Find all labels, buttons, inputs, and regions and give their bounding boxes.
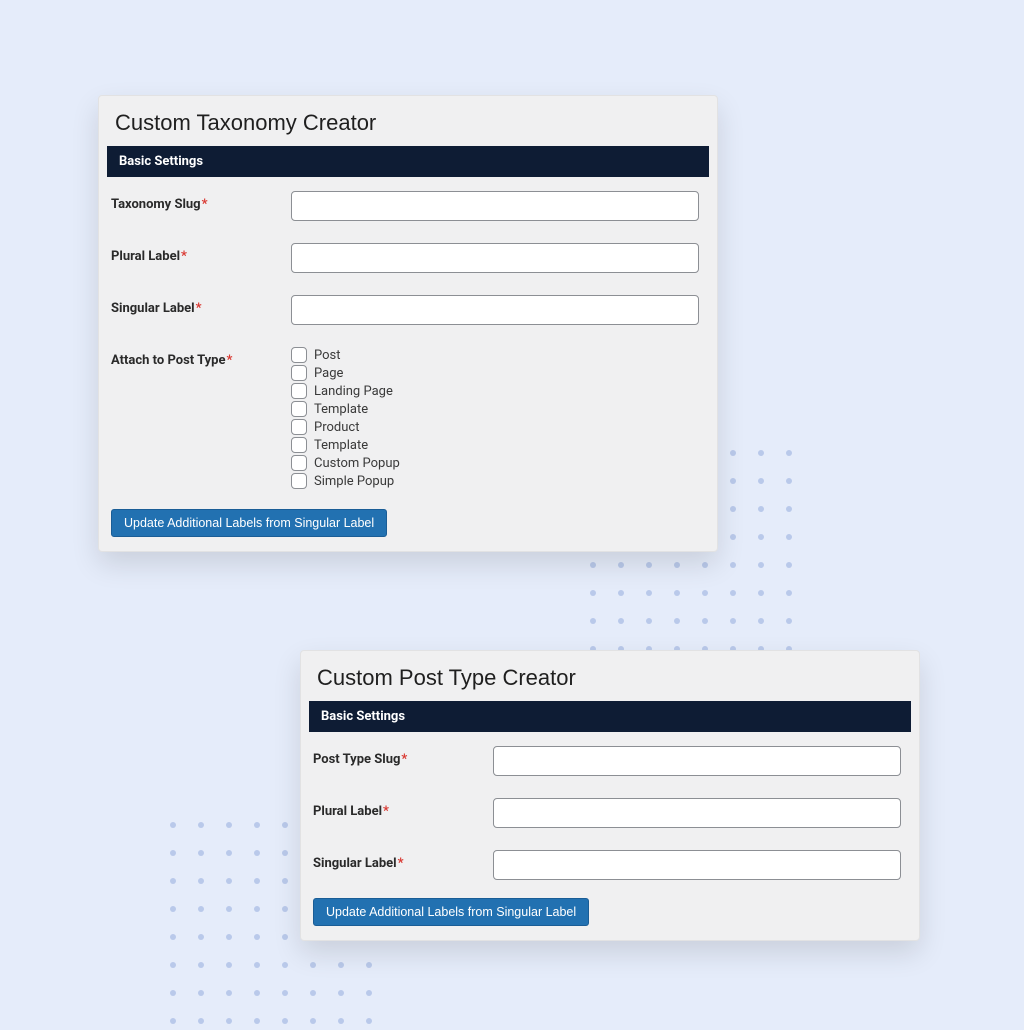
- required-marker: *: [401, 752, 407, 767]
- posttype-section-header: Basic Settings: [309, 701, 911, 732]
- attach-option-template-2: Template: [291, 437, 705, 453]
- attach-checkbox-template-2[interactable]: [291, 437, 307, 453]
- posttype-plural-label: Plural Label*: [313, 798, 493, 819]
- required-marker: *: [398, 856, 404, 871]
- attach-option-landing-page: Landing Page: [291, 383, 705, 399]
- taxonomy-plural-input[interactable]: [291, 243, 699, 273]
- taxonomy-plural-row: Plural Label*: [111, 243, 705, 273]
- posttype-panel-title: Custom Post Type Creator: [301, 651, 919, 701]
- taxonomy-singular-row: Singular Label*: [111, 295, 705, 325]
- attach-checkbox-product[interactable]: [291, 419, 307, 435]
- required-marker: *: [202, 197, 208, 212]
- posttype-plural-row: Plural Label*: [313, 798, 907, 828]
- posttype-creator-panel: Custom Post Type Creator Basic Settings …: [300, 650, 920, 941]
- taxonomy-slug-row: Taxonomy Slug*: [111, 191, 705, 221]
- taxonomy-attach-row: Attach to Post Type* Post Page Landing P…: [111, 347, 705, 491]
- attach-option-label: Product: [314, 421, 359, 434]
- attach-checkbox-template-1[interactable]: [291, 401, 307, 417]
- required-marker: *: [383, 804, 389, 819]
- attach-option-page: Page: [291, 365, 705, 381]
- taxonomy-form: Taxonomy Slug* Plural Label* Singular La…: [99, 177, 717, 491]
- taxonomy-attach-label: Attach to Post Type*: [111, 347, 291, 368]
- attach-option-label: Landing Page: [314, 385, 393, 398]
- attach-checkbox-landing-page[interactable]: [291, 383, 307, 399]
- taxonomy-plural-label: Plural Label*: [111, 243, 291, 264]
- required-marker: *: [227, 353, 233, 368]
- taxonomy-slug-label: Taxonomy Slug*: [111, 191, 291, 212]
- attach-option-product: Product: [291, 419, 705, 435]
- taxonomy-singular-input[interactable]: [291, 295, 699, 325]
- attach-option-label: Custom Popup: [314, 457, 400, 470]
- update-labels-button[interactable]: Update Additional Labels from Singular L…: [111, 509, 387, 537]
- attach-checkbox-post[interactable]: [291, 347, 307, 363]
- taxonomy-creator-panel: Custom Taxonomy Creator Basic Settings T…: [98, 95, 718, 552]
- attach-checkbox-simple-popup[interactable]: [291, 473, 307, 489]
- attach-checkbox-custom-popup[interactable]: [291, 455, 307, 471]
- posttype-singular-label: Singular Label*: [313, 850, 493, 871]
- attach-option-label: Template: [314, 439, 368, 452]
- attach-option-template-1: Template: [291, 401, 705, 417]
- posttype-slug-input[interactable]: [493, 746, 901, 776]
- attach-option-label: Post: [314, 349, 341, 362]
- required-marker: *: [181, 249, 187, 264]
- attach-option-label: Page: [314, 367, 343, 380]
- attach-option-simple-popup: Simple Popup: [291, 473, 705, 489]
- attach-option-label: Simple Popup: [314, 475, 394, 488]
- attach-option-post: Post: [291, 347, 705, 363]
- posttype-slug-label: Post Type Slug*: [313, 746, 493, 767]
- attach-checkbox-page[interactable]: [291, 365, 307, 381]
- taxonomy-panel-title: Custom Taxonomy Creator: [99, 96, 717, 146]
- taxonomy-attach-options: Post Page Landing Page Template Product …: [291, 347, 705, 491]
- posttype-form: Post Type Slug* Plural Label* Singular L…: [301, 732, 919, 880]
- taxonomy-singular-label: Singular Label*: [111, 295, 291, 316]
- posttype-slug-row: Post Type Slug*: [313, 746, 907, 776]
- posttype-singular-row: Singular Label*: [313, 850, 907, 880]
- posttype-plural-input[interactable]: [493, 798, 901, 828]
- posttype-singular-input[interactable]: [493, 850, 901, 880]
- update-labels-button[interactable]: Update Additional Labels from Singular L…: [313, 898, 589, 926]
- attach-option-label: Template: [314, 403, 368, 416]
- required-marker: *: [196, 301, 202, 316]
- taxonomy-slug-input[interactable]: [291, 191, 699, 221]
- attach-option-custom-popup: Custom Popup: [291, 455, 705, 471]
- taxonomy-section-header: Basic Settings: [107, 146, 709, 177]
